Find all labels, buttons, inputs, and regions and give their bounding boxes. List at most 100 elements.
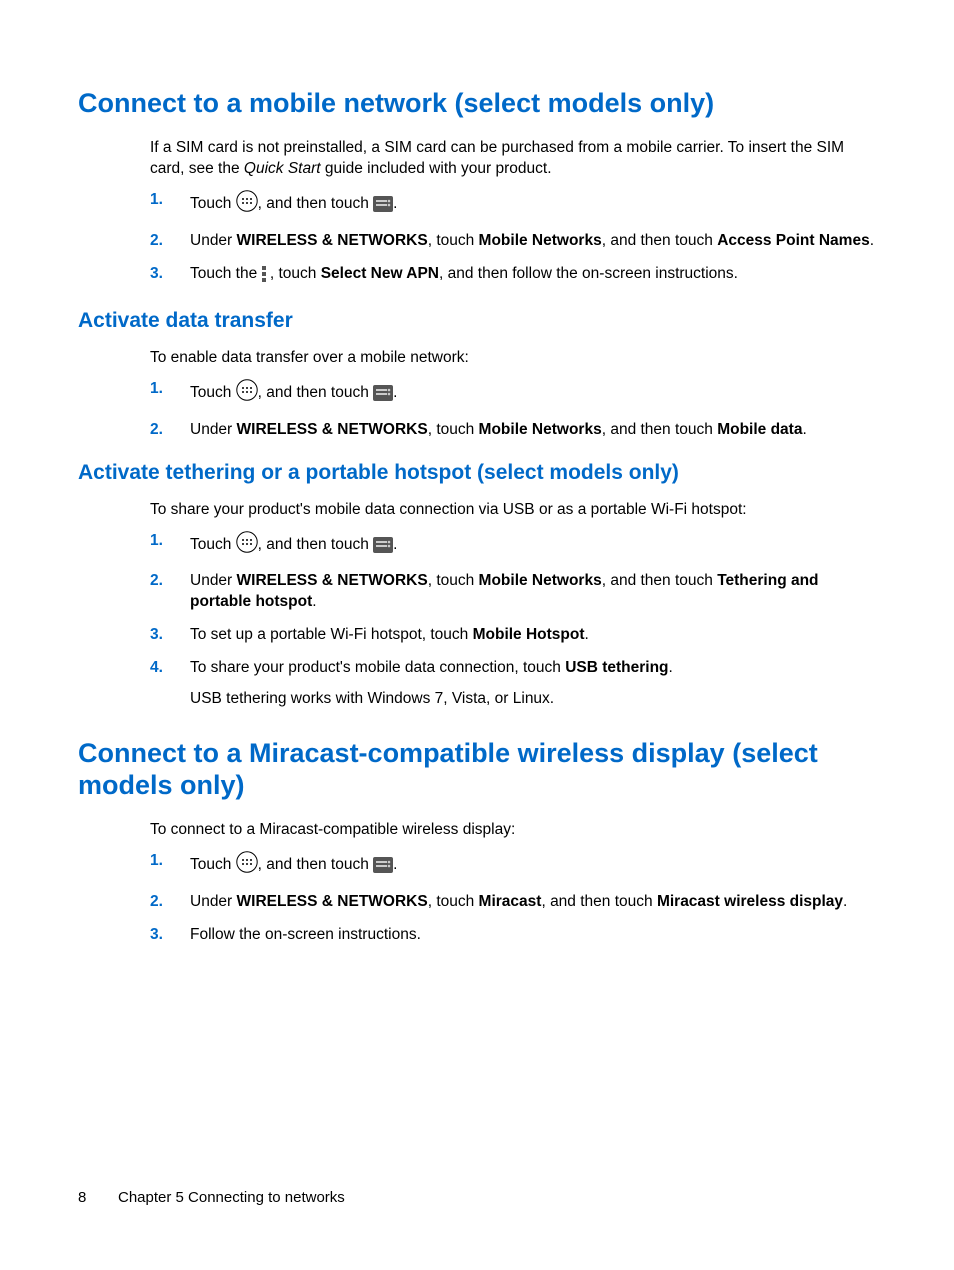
step-number: 2. — [150, 571, 163, 592]
text: . — [393, 856, 397, 873]
text: , and then touch — [602, 232, 717, 249]
step-item: 4. To share your product's mobile data c… — [150, 658, 876, 710]
steps-activate-data: 1. Touch , and then touch . 2. Under WIR… — [150, 379, 876, 441]
text: guide included with your product. — [321, 160, 552, 177]
ui-label: Miracast wireless display — [657, 893, 843, 910]
text: To share your product's mobile data conn… — [190, 659, 565, 676]
text: , touch — [428, 572, 479, 589]
all-apps-icon — [236, 851, 258, 880]
text: Under — [190, 893, 237, 910]
step-note: USB tethering works with Windows 7, Vist… — [190, 689, 876, 710]
intro-paragraph: To share your product's mobile data conn… — [150, 500, 876, 521]
chapter-label: Chapter 5 Connecting to networks — [118, 1189, 345, 1206]
step-number: 1. — [150, 531, 163, 552]
text: , and then touch — [602, 572, 717, 589]
ui-label: Mobile Hotspot — [473, 626, 585, 643]
page-footer: 8Chapter 5 Connecting to networks — [78, 1189, 345, 1206]
settings-icon — [373, 537, 393, 560]
text: Under — [190, 572, 237, 589]
text: To set up a portable Wi-Fi hotspot, touc… — [190, 626, 473, 643]
text: , and then touch — [541, 893, 656, 910]
step-number: 1. — [150, 379, 163, 400]
step-item: 2. Under WIRELESS & NETWORKS, touch Mobi… — [150, 231, 876, 252]
ui-label: Mobile Networks — [479, 572, 602, 589]
steps-miracast: 1. Touch , and then touch . 2. Under WIR… — [150, 851, 876, 946]
intro-paragraph: To connect to a Miracast-compatible wire… — [150, 820, 876, 841]
text: Touch — [190, 384, 236, 401]
heading-activate-data: Activate data transfer — [78, 308, 876, 333]
text: . — [393, 536, 397, 553]
page-number: 8 — [78, 1189, 118, 1206]
step-item: 3. To set up a portable Wi-Fi hotspot, t… — [150, 625, 876, 646]
settings-icon — [373, 385, 393, 408]
step-item: 3. Touch the , touch Select New APN, and… — [150, 264, 876, 289]
step-item: 2. Under WIRELESS & NETWORKS, touch Mira… — [150, 892, 876, 913]
text: Under — [190, 421, 237, 438]
settings-icon — [373, 196, 393, 219]
steps-tethering: 1. Touch , and then touch . 2. Under WIR… — [150, 531, 876, 711]
step-number: 3. — [150, 925, 163, 946]
ui-label: Mobile Networks — [479, 421, 602, 438]
step-number: 1. — [150, 851, 163, 872]
step-item: 2. Under WIRELESS & NETWORKS, touch Mobi… — [150, 420, 876, 441]
text: . — [870, 232, 874, 249]
ui-label: WIRELESS & NETWORKS — [237, 232, 428, 249]
text: . — [669, 659, 673, 676]
settings-icon — [373, 857, 393, 880]
ui-label: Miracast — [479, 893, 542, 910]
ui-label: WIRELESS & NETWORKS — [237, 421, 428, 438]
step-item: 1. Touch , and then touch . — [150, 531, 876, 560]
text: , and then follow the on-screen instruct… — [439, 265, 738, 282]
text: Touch — [190, 856, 236, 873]
text: Touch — [190, 536, 236, 553]
all-apps-icon — [236, 379, 258, 408]
text: , touch — [428, 893, 479, 910]
quick-start-ref: Quick Start — [244, 160, 321, 177]
ui-label: Mobile data — [717, 421, 802, 438]
step-item: 1. Touch , and then touch . — [150, 190, 876, 219]
heading-connect-mobile: Connect to a mobile network (select mode… — [78, 88, 876, 120]
text: , and then touch — [258, 536, 373, 553]
intro-paragraph: If a SIM card is not preinstalled, a SIM… — [150, 138, 876, 180]
text: , touch — [428, 232, 479, 249]
text: . — [802, 421, 806, 438]
ui-label: Access Point Names — [717, 232, 870, 249]
text: , and then touch — [258, 856, 373, 873]
steps-connect-mobile: 1. Touch , and then touch . 2. Under WIR… — [150, 190, 876, 289]
step-number: 2. — [150, 420, 163, 441]
heading-miracast: Connect to a Miracast-compatible wireles… — [78, 738, 876, 802]
step-item: 2. Under WIRELESS & NETWORKS, touch Mobi… — [150, 571, 876, 613]
text: , touch — [266, 265, 321, 282]
text: Follow the on-screen instructions. — [190, 926, 421, 943]
text: Touch — [190, 195, 236, 212]
step-item: 1. Touch , and then touch . — [150, 379, 876, 408]
ui-label: Mobile Networks — [479, 232, 602, 249]
text: , and then touch — [258, 384, 373, 401]
all-apps-icon — [236, 531, 258, 560]
text: . — [312, 593, 316, 610]
text: . — [393, 384, 397, 401]
heading-activate-tethering: Activate tethering or a portable hotspot… — [78, 460, 876, 485]
step-number: 3. — [150, 625, 163, 646]
text: . — [393, 195, 397, 212]
ui-label: Select New APN — [321, 265, 439, 282]
text: , and then touch — [602, 421, 717, 438]
intro-paragraph: To enable data transfer over a mobile ne… — [150, 348, 876, 369]
text: Touch the — [190, 265, 262, 282]
all-apps-icon — [236, 190, 258, 219]
ui-label: USB tethering — [565, 659, 668, 676]
step-number: 4. — [150, 658, 163, 679]
document-page: Connect to a mobile network (select mode… — [0, 0, 954, 1270]
text: , and then touch — [258, 195, 373, 212]
step-item: 3. Follow the on-screen instructions. — [150, 925, 876, 946]
step-item: 1. Touch , and then touch . — [150, 851, 876, 880]
text: Under — [190, 232, 237, 249]
text: . — [585, 626, 589, 643]
text: . — [843, 893, 847, 910]
step-number: 3. — [150, 264, 163, 285]
step-number: 2. — [150, 231, 163, 252]
ui-label: WIRELESS & NETWORKS — [237, 893, 428, 910]
text: , touch — [428, 421, 479, 438]
step-number: 1. — [150, 190, 163, 211]
step-number: 2. — [150, 892, 163, 913]
